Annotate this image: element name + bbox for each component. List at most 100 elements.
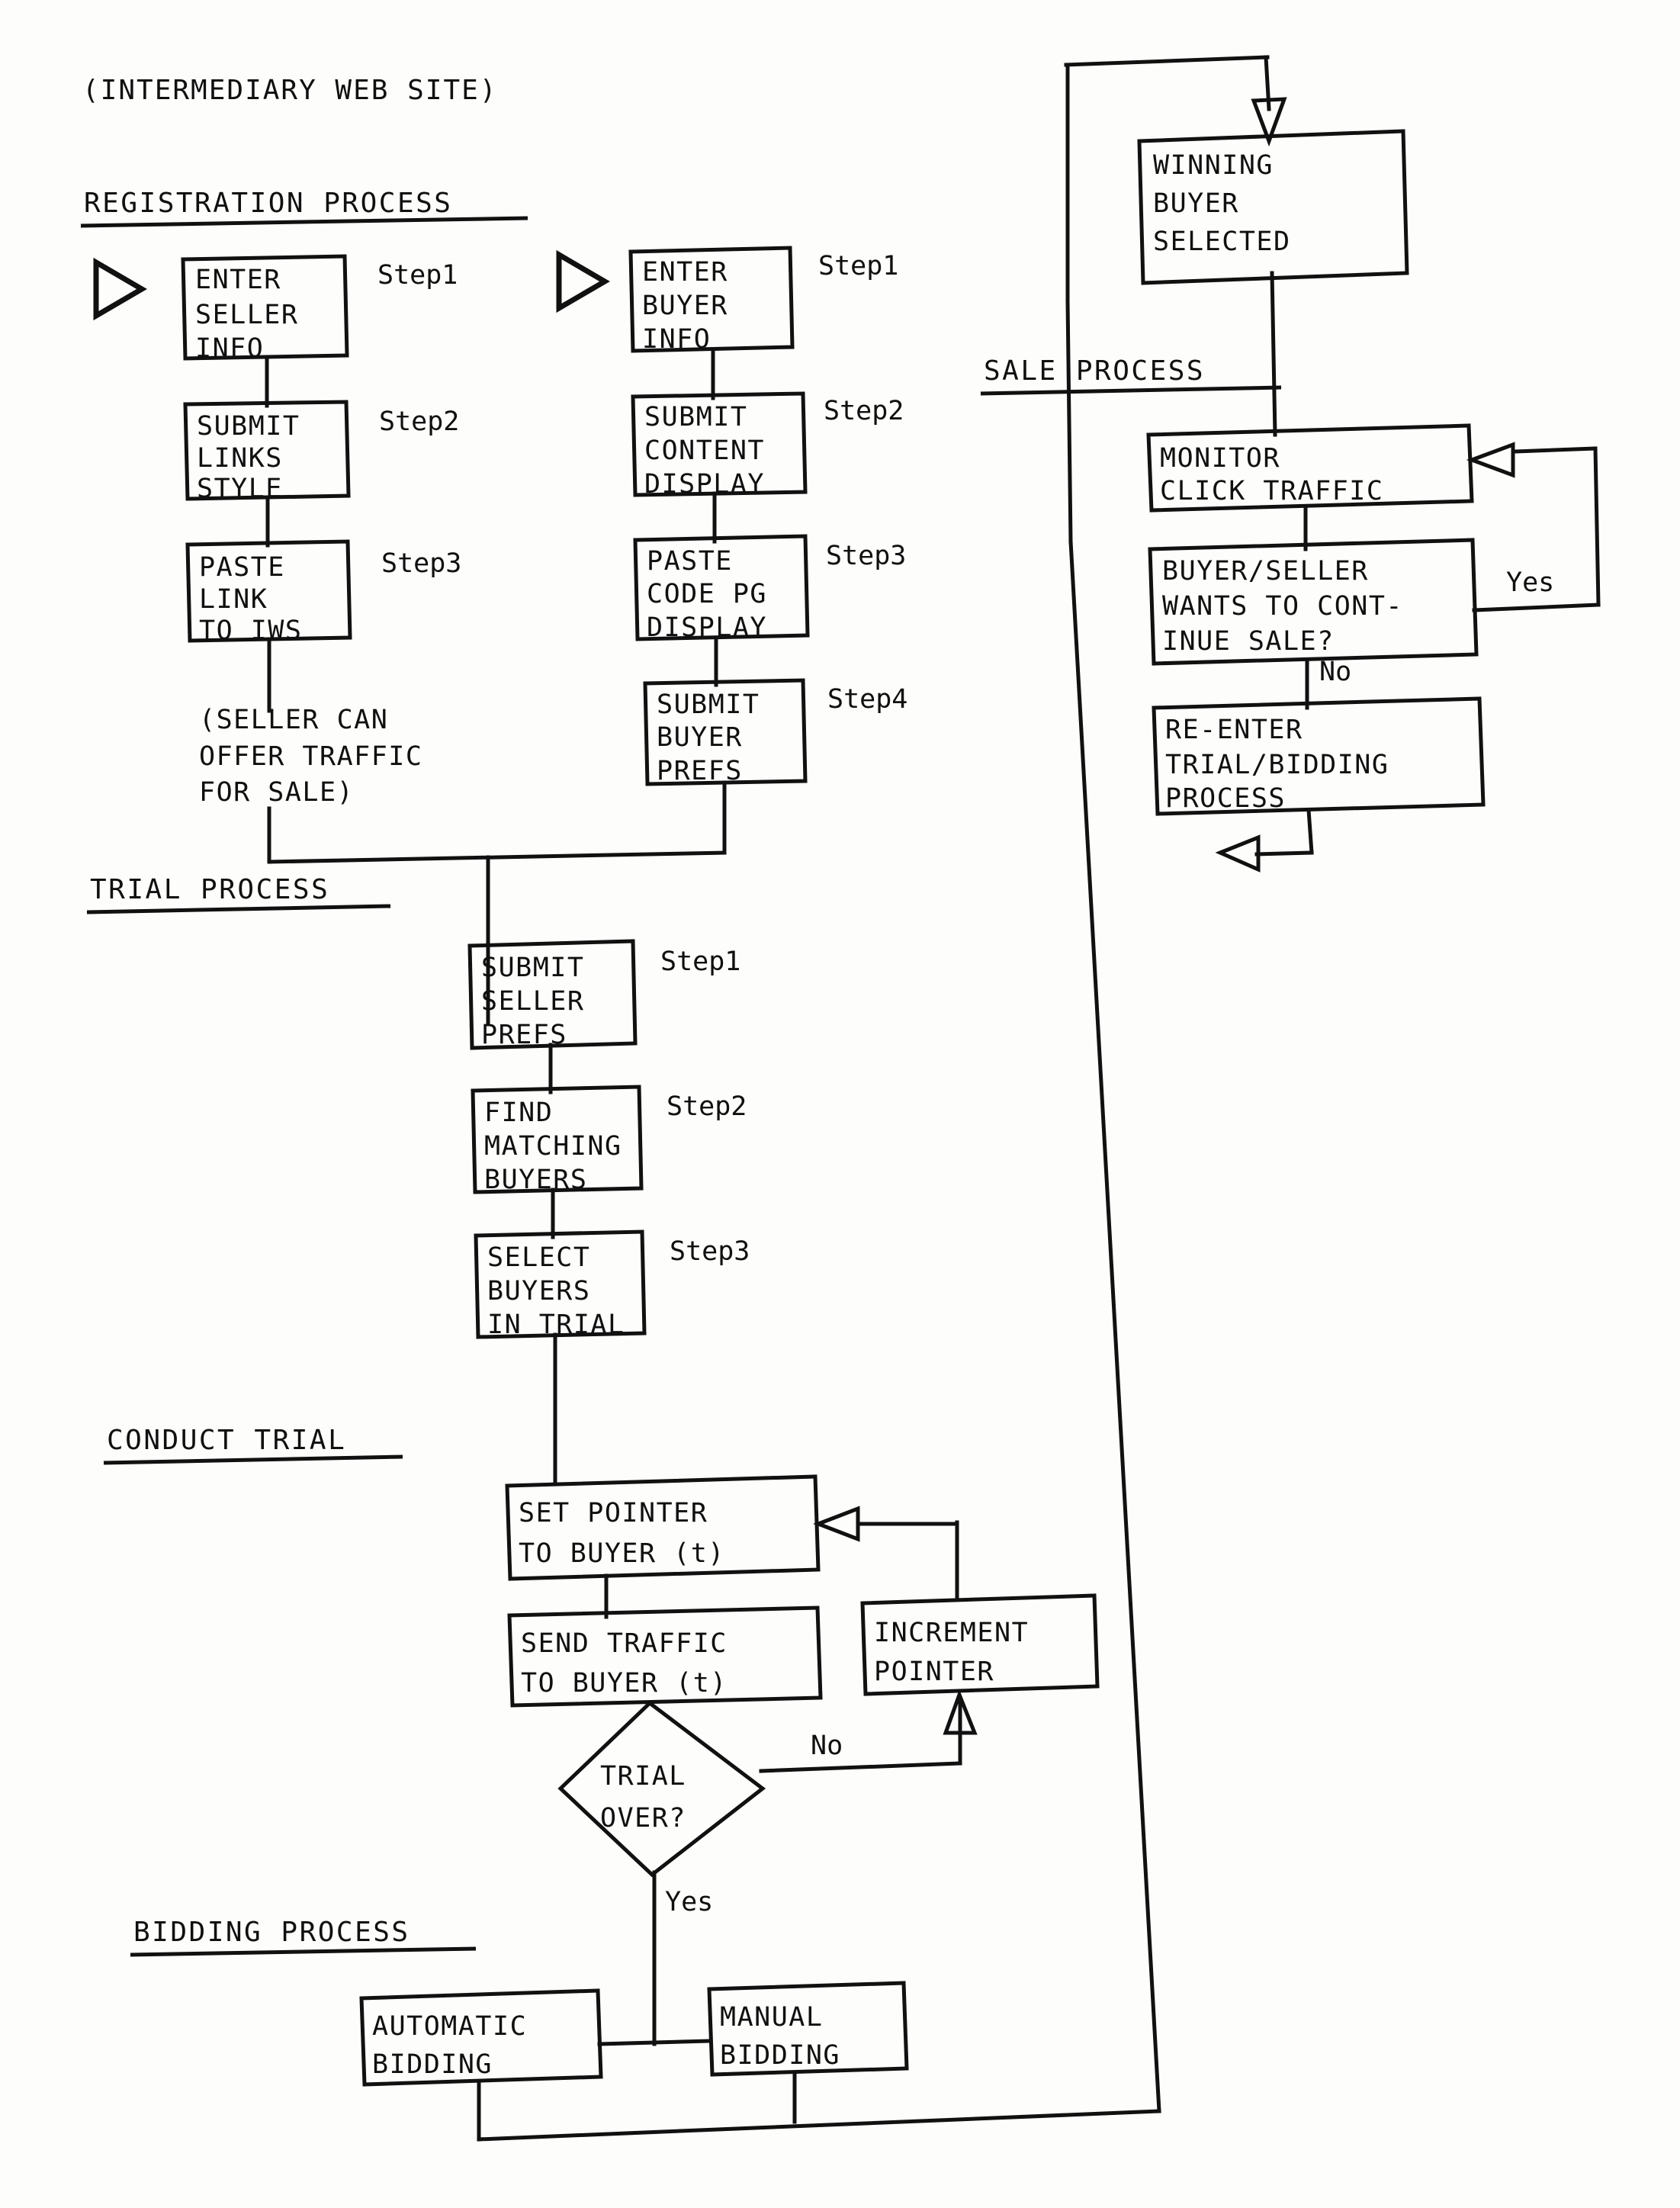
step-label-seller-3: Step3 bbox=[381, 548, 461, 579]
edge-return-right-vertical-upper bbox=[1065, 299, 1073, 544]
box-set-pointer-line2: TO BUYER (t) bbox=[519, 1538, 725, 1569]
step-label-trial-3: Step3 bbox=[670, 1236, 750, 1267]
box-increment-pointer-line2: POINTER bbox=[874, 1657, 994, 1687]
box-reenter-line3: PROCESS bbox=[1165, 783, 1286, 814]
box-submit-content-display-line3: DISPLAY bbox=[644, 469, 765, 500]
box-submit-seller-prefs-line1: SUBMIT bbox=[481, 953, 584, 983]
step-label-trial-1: Step1 bbox=[660, 947, 740, 977]
box-submit-links-style-line3: STYLE bbox=[197, 474, 283, 504]
section-heading-bidding: BIDDING PROCESS bbox=[133, 1917, 410, 1948]
section-heading-conduct-trial: CONDUCT TRIAL bbox=[107, 1425, 346, 1456]
edge-return-top-horizontal bbox=[1064, 55, 1270, 67]
box-reenter-line2: TRIAL/BIDDING bbox=[1165, 750, 1389, 780]
box-paste-code-pg-display-line3: DISPLAY bbox=[647, 612, 767, 643]
box-manual-bidding-line1: MANUAL bbox=[720, 2002, 823, 2033]
box-submit-content-display-line2: CONTENT bbox=[644, 435, 765, 466]
edge-label-trial-over-no: No bbox=[811, 1731, 843, 1761]
flowchart-svg: (INTERMEDIARY WEB SITE) REGISTRATION PRO… bbox=[80, 55, 1601, 2142]
box-monitor-line1: MONITOR bbox=[1160, 443, 1280, 474]
page-title: (INTERMEDIARY WEB SITE) bbox=[82, 75, 498, 106]
box-select-buyers-in-trial-line2: BUYERS bbox=[487, 1276, 590, 1306]
step-label-seller-1: Step1 bbox=[377, 260, 458, 291]
step-label-trial-2: Step2 bbox=[667, 1091, 747, 1122]
edge-reenter-down bbox=[1306, 808, 1314, 855]
box-paste-code-pg-display-line1: PASTE bbox=[647, 546, 733, 577]
start-triangle-seller-icon bbox=[93, 257, 147, 321]
arrowhead-into-monitor-icon bbox=[1466, 442, 1515, 478]
box-submit-links-style-line2: LINKS bbox=[197, 443, 283, 474]
box-submit-links-style-line1: SUBMIT bbox=[197, 411, 300, 442]
box-enter-seller-info-line3: INFO bbox=[195, 333, 264, 364]
box-paste-link-to-iws-line1: PASTE bbox=[199, 552, 285, 583]
edge-continue-yes-up bbox=[1593, 446, 1601, 607]
edge-label-continue-yes: Yes bbox=[1506, 567, 1554, 598]
box-reenter-line1: RE-ENTER bbox=[1165, 715, 1303, 745]
seller-note-line1: (SELLER CAN bbox=[199, 705, 388, 735]
box-increment-pointer-line1: INCREMENT bbox=[874, 1618, 1029, 1648]
box-enter-buyer-info-line2: BUYER bbox=[642, 291, 728, 321]
box-continue-sale-line1: BUYER/SELLER bbox=[1162, 556, 1369, 587]
box-find-matching-buyers-line1: FIND bbox=[484, 1098, 553, 1128]
box-automatic-bidding-line2: BIDDING bbox=[372, 2049, 493, 2080]
step-label-buyer-1: Step1 bbox=[818, 251, 898, 281]
box-send-traffic-line1: SEND TRAFFIC bbox=[521, 1628, 728, 1659]
arrowhead-reenter-output-icon bbox=[1215, 834, 1261, 873]
box-submit-seller-prefs-line3: PREFS bbox=[481, 1020, 567, 1050]
edge-label-continue-no: No bbox=[1319, 657, 1351, 687]
decision-trial-over-line2: OVER? bbox=[600, 1803, 686, 1834]
box-paste-code-pg-display-line2: CODE PG bbox=[647, 579, 767, 609]
step-label-buyer-4: Step4 bbox=[827, 684, 907, 715]
box-winning-buyer-line2: BUYER bbox=[1153, 188, 1239, 219]
box-enter-buyer-info-line1: ENTER bbox=[642, 257, 728, 288]
merge-bar-registration bbox=[267, 850, 727, 864]
edge-winningbuyer-monitor bbox=[1270, 271, 1277, 437]
edge-bidding-horizontal bbox=[597, 2039, 713, 2046]
underline-sale bbox=[980, 385, 1282, 396]
underline-registration bbox=[80, 216, 528, 228]
flowchart-page: (INTERMEDIARY WEB SITE) REGISTRATION PRO… bbox=[0, 0, 1680, 2208]
step-label-buyer-2: Step2 bbox=[824, 396, 904, 426]
box-enter-buyer-info-line3: INFO bbox=[642, 324, 711, 355]
step-label-buyer-3: Step3 bbox=[826, 541, 906, 571]
box-submit-buyer-prefs-line1: SUBMIT bbox=[657, 689, 760, 720]
box-paste-link-to-iws-line2: LINK bbox=[199, 584, 268, 615]
edge-reenter-left bbox=[1254, 850, 1314, 857]
decision-trial-over-line1: TRIAL bbox=[600, 1761, 686, 1792]
box-submit-buyer-prefs-line3: PREFS bbox=[657, 756, 743, 786]
box-monitor-line2: CLICK TRAFFIC bbox=[1160, 476, 1383, 506]
box-enter-seller-info-line2: SELLER bbox=[195, 300, 298, 330]
box-find-matching-buyers-line2: MATCHING bbox=[484, 1131, 622, 1162]
box-winning-buyer-line3: SELECTED bbox=[1153, 227, 1291, 257]
box-winning-buyer-line1: WINNING bbox=[1153, 150, 1274, 181]
box-enter-seller-info-line1: ENTER bbox=[195, 265, 281, 295]
arrowhead-into-set-pointer-icon bbox=[813, 1506, 860, 1542]
box-submit-content-display-line1: SUBMIT bbox=[644, 402, 747, 432]
underline-bidding bbox=[130, 1946, 477, 1957]
box-find-matching-buyers-line3: BUYERS bbox=[484, 1165, 587, 1195]
box-manual-bidding-line2: BIDDING bbox=[720, 2040, 840, 2071]
underline-conduct-trial bbox=[103, 1454, 403, 1465]
box-continue-sale-line3: INUE SALE? bbox=[1162, 626, 1335, 657]
section-heading-registration: REGISTRATION PROCESS bbox=[84, 188, 452, 219]
seller-note-line2: OFFER TRAFFIC bbox=[199, 741, 422, 772]
step-label-seller-2: Step2 bbox=[379, 407, 459, 437]
box-submit-seller-prefs-line2: SELLER bbox=[481, 986, 584, 1017]
box-submit-buyer-prefs-line2: BUYER bbox=[657, 722, 743, 753]
edge-continue-yes-left bbox=[1512, 446, 1598, 454]
edge-trialover-no bbox=[759, 1761, 962, 1773]
box-send-traffic-line2: TO BUYER (t) bbox=[521, 1668, 728, 1699]
box-continue-sale-line2: WANTS TO CONT- bbox=[1162, 591, 1403, 622]
box-automatic-bidding-line1: AUTOMATIC bbox=[372, 2011, 527, 2042]
box-select-buyers-in-trial-line1: SELECT bbox=[487, 1242, 590, 1273]
edge-bidding-return-horizontal bbox=[477, 2109, 1161, 2142]
start-triangle-buyer-icon bbox=[556, 249, 610, 313]
edge-return-right-vertical bbox=[1068, 539, 1161, 2113]
box-set-pointer-line1: SET POINTER bbox=[519, 1498, 708, 1528]
edge-label-trial-over-yes: Yes bbox=[665, 1887, 713, 1917]
box-paste-link-to-iws-line3: TO IWS bbox=[199, 615, 302, 646]
section-heading-sale: SALE PROCESS bbox=[984, 355, 1205, 387]
section-heading-trial: TRIAL PROCESS bbox=[90, 874, 329, 905]
underline-trial bbox=[86, 904, 391, 914]
edge-continue-yes-right bbox=[1472, 603, 1601, 612]
seller-note-line3: FOR SALE) bbox=[199, 777, 354, 808]
